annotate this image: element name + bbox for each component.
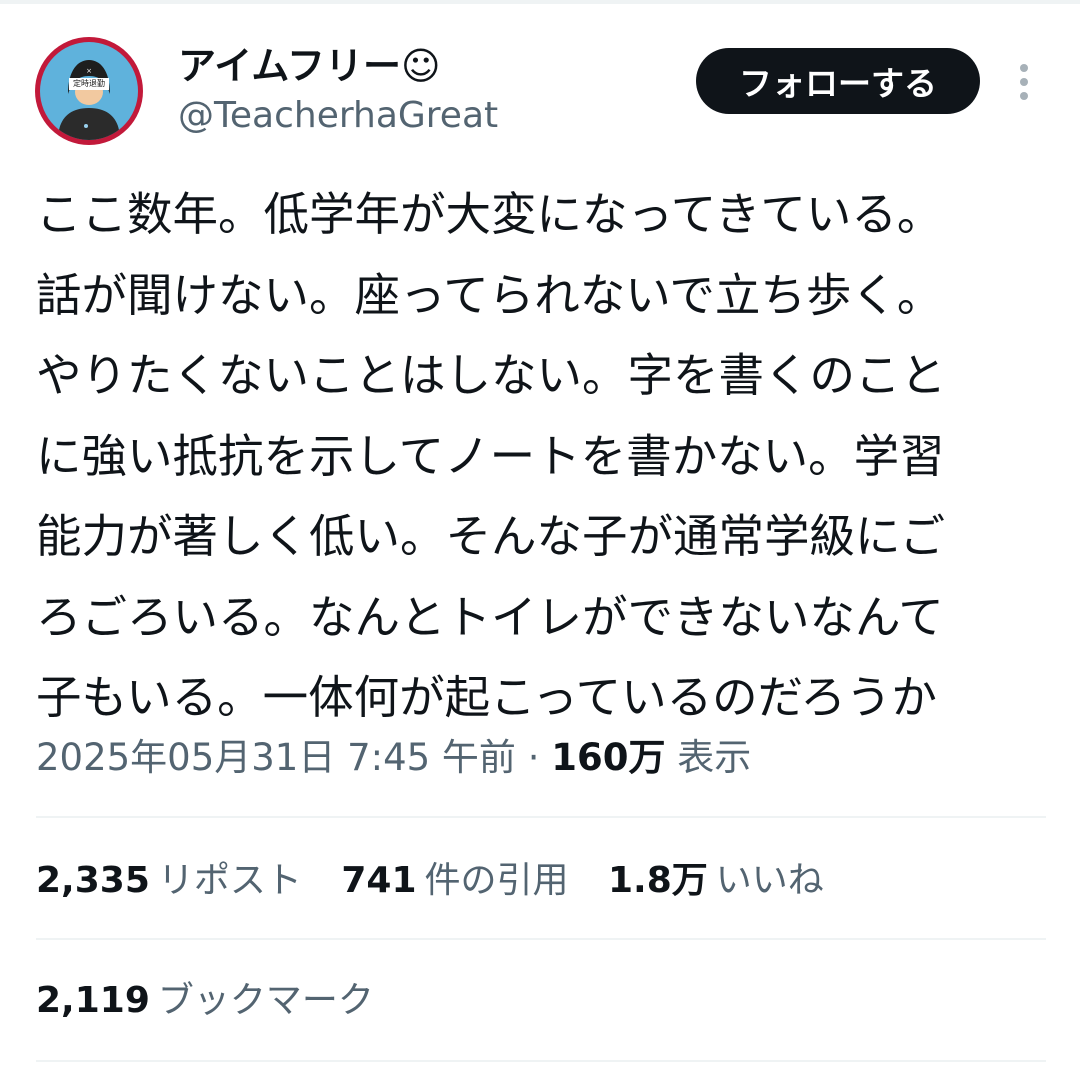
tweet-line: に強い抵抗を示してノートを書かない。学習 — [36, 429, 945, 483]
reposts-stat[interactable]: 2,335 リポスト — [36, 855, 302, 907]
bookmarks-count: 2,119 — [36, 980, 150, 1021]
divider — [36, 938, 1046, 940]
tweet-timestamp[interactable]: 2025年05月31日 7:45 午前 — [36, 736, 516, 779]
author-handle[interactable]: @TeacherhaGreat — [178, 93, 498, 139]
likes-count: 1.8万 — [607, 860, 708, 901]
avatar[interactable]: × 定時退勤 — [35, 37, 143, 145]
more-dot — [1020, 78, 1028, 86]
avatar-badge: 定時退勤 — [69, 78, 109, 90]
reposts-count: 2,335 — [36, 860, 150, 901]
svg-text:×: × — [86, 67, 92, 75]
likes-stat[interactable]: 1.8万 いいね — [608, 855, 824, 907]
tweet-line: 能力が著しく低い。そんな子が通常学級にご — [36, 510, 946, 563]
more-options-icon[interactable] — [1006, 60, 1042, 104]
likes-label: いいね — [715, 860, 824, 901]
tweet-text: ここ数年。低学年が大変になってきている。 話が聞けない。座ってられないで立ち歩く… — [36, 175, 1046, 739]
more-dot — [1020, 64, 1028, 72]
tweet-line: 子もいる。一体何が起こっているのだろうか — [36, 671, 937, 724]
avatar-figure-icon: × — [58, 60, 120, 140]
reposts-label: リポスト — [157, 860, 302, 901]
quotes-count: 741 — [341, 860, 417, 901]
tweet-line: やりたくないことはしない。字を書くのこと — [36, 349, 947, 402]
top-divider — [0, 0, 1080, 4]
more-dot — [1020, 92, 1028, 100]
tweet-meta: 2025年05月31日 7:45 午前 · 160万 表示 — [36, 732, 751, 784]
bookmarks-label: ブックマーク — [157, 980, 374, 1021]
engagement-stats: 2,335 リポスト 741 件の引用 1.8万 いいね — [36, 855, 852, 907]
divider — [36, 816, 1046, 818]
tweet-line: 話が聞けない。座ってられないで立ち歩く。 — [36, 268, 943, 322]
tweet-line: ここ数年。低学年が大変になってきている。 — [36, 188, 943, 241]
bookmarks-stat[interactable]: 2,119 ブックマーク — [36, 975, 374, 1027]
quotes-label: 件の引用 — [424, 860, 569, 901]
quotes-stat[interactable]: 741 件の引用 — [341, 855, 568, 907]
follow-button[interactable]: フォローする — [696, 48, 980, 114]
views-label: 表示 — [677, 736, 752, 779]
author-display-name[interactable]: アイムフリー☺ — [178, 40, 441, 92]
meta-separator: · — [527, 736, 540, 779]
views-count: 160万 — [551, 736, 666, 779]
avatar-image: × 定時退勤 — [40, 42, 138, 140]
tweet-line: ろごろいる。なんとトイレができないなんて — [36, 590, 944, 644]
divider — [36, 1060, 1046, 1062]
